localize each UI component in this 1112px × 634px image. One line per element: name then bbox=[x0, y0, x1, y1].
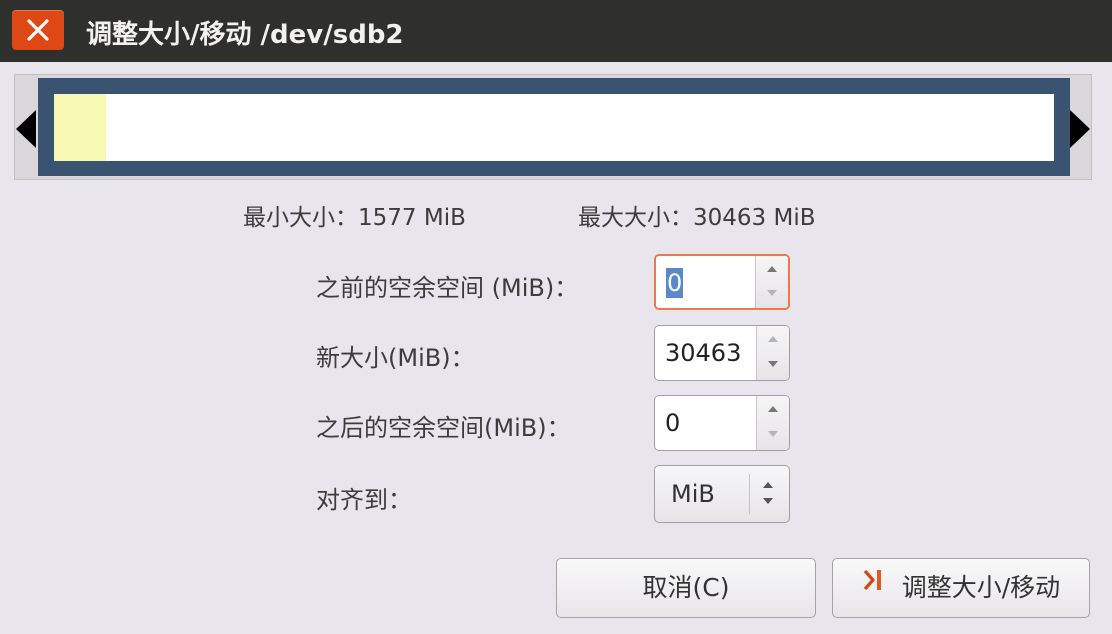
resize-move-button-label: 调整大小/移动 bbox=[901, 573, 1061, 602]
new-size-increment-button[interactable] bbox=[757, 326, 789, 353]
window-title: 调整大小/移动 /dev/sdb2 bbox=[86, 20, 404, 50]
free-after-label: 之后的空余空间(MiB)： bbox=[316, 414, 571, 442]
new-size-decrement-button[interactable] bbox=[757, 353, 789, 380]
free-after-spinbox[interactable]: 0 bbox=[654, 395, 790, 451]
resize-move-button[interactable]: 调整大小/移动 bbox=[832, 558, 1090, 618]
title-bar: 调整大小/移动 /dev/sdb2 bbox=[0, 0, 1112, 62]
free-before-label: 之前的空余空间 (MiB)： bbox=[316, 274, 579, 302]
free-before-decrement-button[interactable] bbox=[756, 282, 788, 308]
free-after-decrement-button[interactable] bbox=[757, 423, 789, 450]
align-to-label: 对齐到： bbox=[316, 486, 412, 514]
spin-up-icon bbox=[767, 266, 777, 272]
free-before-increment-button[interactable] bbox=[756, 256, 788, 282]
cancel-button[interactable]: 取消(C) bbox=[556, 558, 816, 618]
new-size-label: 新大小(MiB)： bbox=[316, 344, 475, 372]
cancel-button-label: 取消(C) bbox=[642, 573, 730, 602]
left-resize-handle[interactable] bbox=[16, 110, 36, 148]
new-size-spinbox[interactable]: 30463 bbox=[654, 325, 790, 381]
free-after-spin-buttons bbox=[756, 396, 789, 450]
close-icon bbox=[27, 19, 49, 41]
partition-used-space bbox=[54, 94, 106, 161]
maximum-size-label: 最大大小：30463 MiB bbox=[578, 205, 816, 231]
align-to-value: MiB bbox=[671, 480, 715, 508]
new-size-value[interactable]: 30463 bbox=[665, 338, 741, 368]
spin-up-icon bbox=[768, 406, 778, 412]
resize-move-icon bbox=[862, 557, 888, 615]
dropdown-separator bbox=[749, 474, 750, 514]
partition-area bbox=[54, 94, 1054, 161]
new-size-spin-buttons bbox=[756, 326, 789, 380]
resize-move-dialog: 调整大小/移动 /dev/sdb2 最小大小：1577 MiB 最大大小：304… bbox=[0, 0, 1112, 634]
align-to-dropdown[interactable]: MiB bbox=[654, 465, 790, 523]
spin-down-icon bbox=[768, 361, 778, 367]
free-after-value[interactable]: 0 bbox=[665, 408, 680, 438]
free-after-increment-button[interactable] bbox=[757, 396, 789, 423]
spin-down-icon bbox=[767, 290, 777, 296]
close-button[interactable] bbox=[12, 10, 64, 50]
updown-arrows-icon bbox=[759, 478, 779, 512]
right-resize-handle[interactable] bbox=[1070, 110, 1090, 148]
spin-up-icon bbox=[768, 336, 778, 342]
minimum-size-label: 最小大小：1577 MiB bbox=[243, 205, 466, 231]
free-before-value[interactable]: 0 bbox=[666, 268, 684, 298]
free-before-spin-buttons bbox=[755, 256, 788, 308]
free-before-spinbox[interactable]: 0 bbox=[654, 254, 790, 310]
spin-down-icon bbox=[768, 431, 778, 437]
